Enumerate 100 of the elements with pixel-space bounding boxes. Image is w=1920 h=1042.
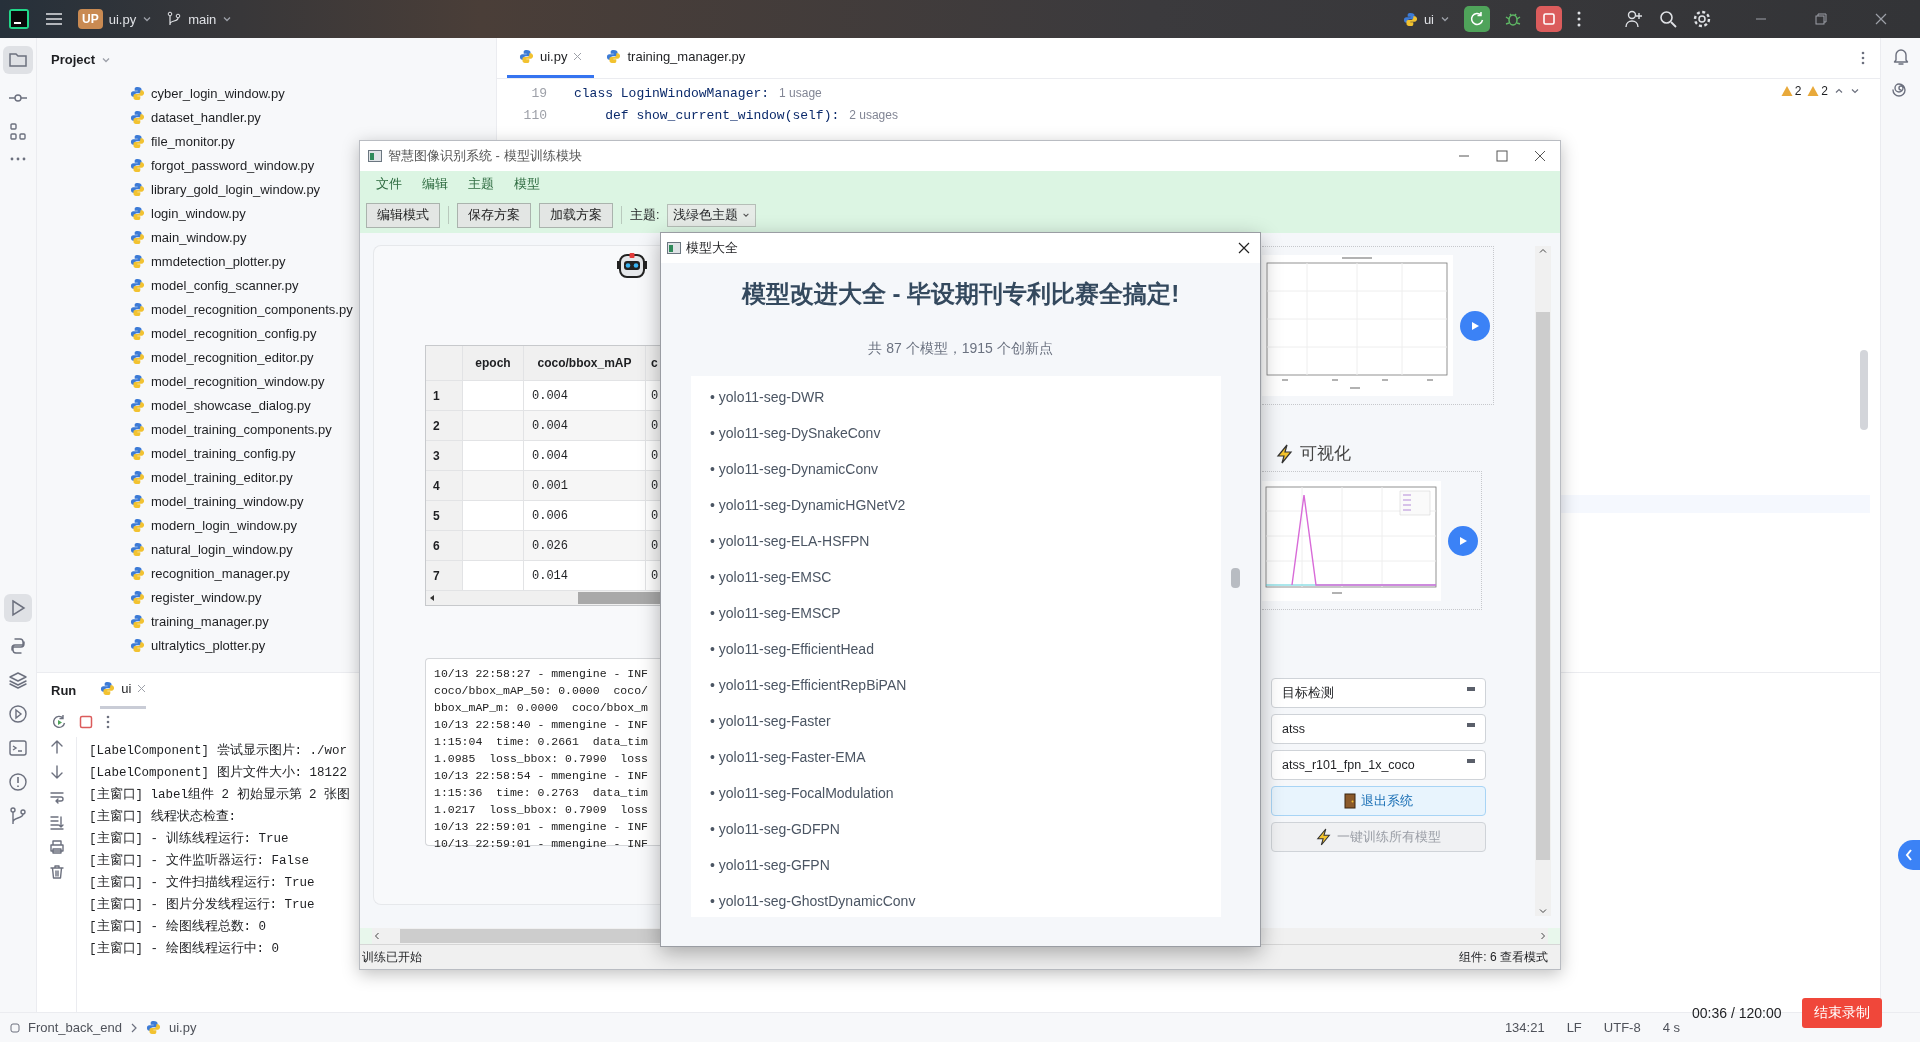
git-icon[interactable] [8, 806, 28, 826]
run-config-name[interactable]: ui [1423, 11, 1434, 27]
select-field[interactable]: atss_r101_fpn_1x_coco [1271, 750, 1486, 780]
menu-icon[interactable] [44, 11, 64, 27]
more-icon[interactable] [105, 714, 111, 730]
play-button[interactable] [1460, 310, 1490, 341]
more-tools-icon[interactable] [9, 156, 27, 162]
file-tree-item[interactable]: model_recognition_editor.py [37, 345, 314, 369]
scrollbar-thumb[interactable] [1860, 350, 1868, 430]
soft-wrap-icon[interactable] [48, 789, 65, 805]
model-list-item[interactable]: • yolo11-seg-GFPN [691, 847, 1221, 883]
menu-item[interactable]: 编辑 [412, 172, 458, 196]
file-tree-item[interactable]: main_window.py [37, 225, 247, 249]
stop-recording-button[interactable]: 结束录制 [1801, 998, 1882, 1028]
app-logo-icon[interactable] [8, 8, 30, 30]
trash-icon[interactable] [48, 864, 65, 880]
model-list-item[interactable]: • yolo11-seg-DynamicConv [691, 451, 1221, 487]
menu-item[interactable]: 文件 [366, 172, 412, 196]
stop-icon[interactable] [79, 715, 93, 729]
stop-button[interactable] [1536, 6, 1562, 32]
indent-setting[interactable]: 4 s [1662, 1020, 1680, 1035]
file-tree-item[interactable]: natural_login_window.py [37, 537, 293, 561]
close-tab-icon[interactable] [573, 52, 583, 61]
model-list-item[interactable]: • yolo11-seg-EfficientHead [691, 631, 1221, 667]
file-tree-item[interactable]: model_recognition_components.py [37, 297, 353, 321]
scroll-up-icon[interactable] [1538, 246, 1548, 256]
usage-hint[interactable]: 2 usages [849, 108, 898, 122]
cursor-position[interactable]: 134:21 [1504, 1020, 1545, 1035]
file-tree-item[interactable]: modern_login_window.py [37, 513, 297, 537]
editor-tab[interactable]: ui.py [507, 38, 595, 78]
run-tool-button[interactable] [4, 594, 32, 622]
file-tree-item[interactable]: model_training_editor.py [37, 465, 293, 489]
model-list-item[interactable]: • yolo11-seg-EMSC [691, 559, 1221, 595]
add-user-icon[interactable] [1624, 9, 1644, 29]
services-icon[interactable] [8, 704, 28, 724]
model-list-item[interactable]: • yolo11-seg-DWR [691, 379, 1221, 415]
scrollbar-thumb[interactable] [1536, 312, 1550, 860]
close-button[interactable] [1236, 240, 1252, 256]
restore-icon[interactable] [1814, 12, 1828, 26]
model-list-item[interactable]: • yolo11-seg-DySnakeConv [691, 415, 1221, 451]
run-tab[interactable]: ui [100, 671, 147, 709]
scroll-right-icon[interactable] [1538, 931, 1548, 941]
file-tree-item[interactable]: ultralytics_plotter.py [37, 633, 266, 657]
problems-icon[interactable] [8, 772, 28, 792]
usage-hint[interactable]: 1 usage [779, 86, 822, 100]
file-tree-item[interactable]: recognition_manager.py [37, 561, 290, 585]
breadcrumb-item[interactable]: Front_back_end [28, 1020, 122, 1035]
model-list-item[interactable]: • yolo11-seg-GDFPN [691, 811, 1221, 847]
exit-button[interactable]: 退出系统 [1271, 786, 1486, 816]
more-icon[interactable] [1860, 50, 1866, 66]
toolbar-button[interactable]: 编辑模式 [366, 202, 440, 228]
close-icon[interactable] [1534, 150, 1546, 162]
model-list-item[interactable]: • yolo11-seg-EfficientRepBiPAN [691, 667, 1221, 703]
rerun-button[interactable] [1464, 6, 1490, 32]
scrollbar-thumb[interactable] [1231, 568, 1240, 588]
warning-count[interactable]: 2 [1821, 84, 1828, 98]
project-file-name[interactable]: ui.py [108, 11, 137, 27]
file-tree-item[interactable]: cyber_login_window.py [37, 81, 285, 105]
play-button[interactable] [1448, 525, 1478, 556]
model-list-item[interactable]: • yolo11-seg-FocalModulation [691, 775, 1221, 811]
file-tree-item[interactable]: model_training_window.py [37, 489, 304, 513]
chevron-down-icon[interactable] [1440, 14, 1450, 24]
chevron-down-icon[interactable] [1850, 86, 1860, 96]
more-icon[interactable] [1576, 10, 1582, 28]
breadcrumb-item[interactable]: ui.py [168, 1020, 197, 1035]
branch-icon[interactable] [166, 11, 183, 27]
file-tree-item[interactable]: forgot_password_window.py [37, 153, 315, 177]
file-tree-item[interactable]: model_showcase_dialog.py [37, 393, 311, 417]
file-tree-item[interactable]: model_config_scanner.py [37, 273, 299, 297]
branch-name[interactable]: main [188, 11, 217, 27]
file-tree-item[interactable]: file_monitor.py [37, 129, 235, 153]
model-list-item[interactable]: • yolo11-seg-EMSCP [691, 595, 1221, 631]
structure-icon[interactable] [8, 122, 28, 142]
panel-title[interactable]: Project [51, 52, 96, 67]
file-encoding[interactable]: UTF-8 [1603, 1020, 1641, 1035]
toolbar-button[interactable]: 加载方案 [539, 202, 613, 228]
theme-dropdown[interactable]: 浅绿色主题 [667, 203, 757, 227]
toolbar-button[interactable]: 保存方案 [457, 202, 531, 228]
line-ending[interactable]: LF [1566, 1020, 1582, 1035]
editor-tab[interactable]: training_manager.py [594, 38, 758, 78]
model-list-item[interactable]: • yolo11-seg-GhostDynamicConv [691, 883, 1221, 919]
terminal-icon[interactable] [8, 738, 28, 758]
column-header[interactable]: coco/bbox_mAP [524, 346, 646, 381]
scroll-to-end-icon[interactable] [48, 814, 65, 830]
file-tree-item[interactable]: model_recognition_config.py [37, 321, 317, 345]
settings-icon[interactable] [1692, 9, 1712, 29]
chevron-down-icon[interactable] [222, 14, 233, 24]
menu-item[interactable]: 主题 [458, 172, 504, 196]
python-file-icon[interactable] [1402, 11, 1418, 27]
file-tree-item[interactable]: model_recognition_window.py [37, 369, 325, 393]
maximize-icon[interactable] [1496, 150, 1508, 162]
model-list-item[interactable]: • yolo11-seg-Faster-EMA [691, 739, 1221, 775]
file-tree-item[interactable]: training_manager.py [37, 609, 269, 633]
scroll-down-icon[interactable] [1538, 906, 1548, 916]
file-tree-item[interactable]: login_window.py [37, 201, 246, 225]
column-header[interactable]: epoch [463, 346, 524, 381]
layers-icon[interactable] [8, 670, 28, 690]
file-tree-item[interactable]: mmdetection_plotter.py [37, 249, 286, 273]
chevron-down-icon[interactable] [142, 14, 153, 24]
model-list-item[interactable]: • yolo11-seg-ELA-HSFPN [691, 523, 1221, 559]
